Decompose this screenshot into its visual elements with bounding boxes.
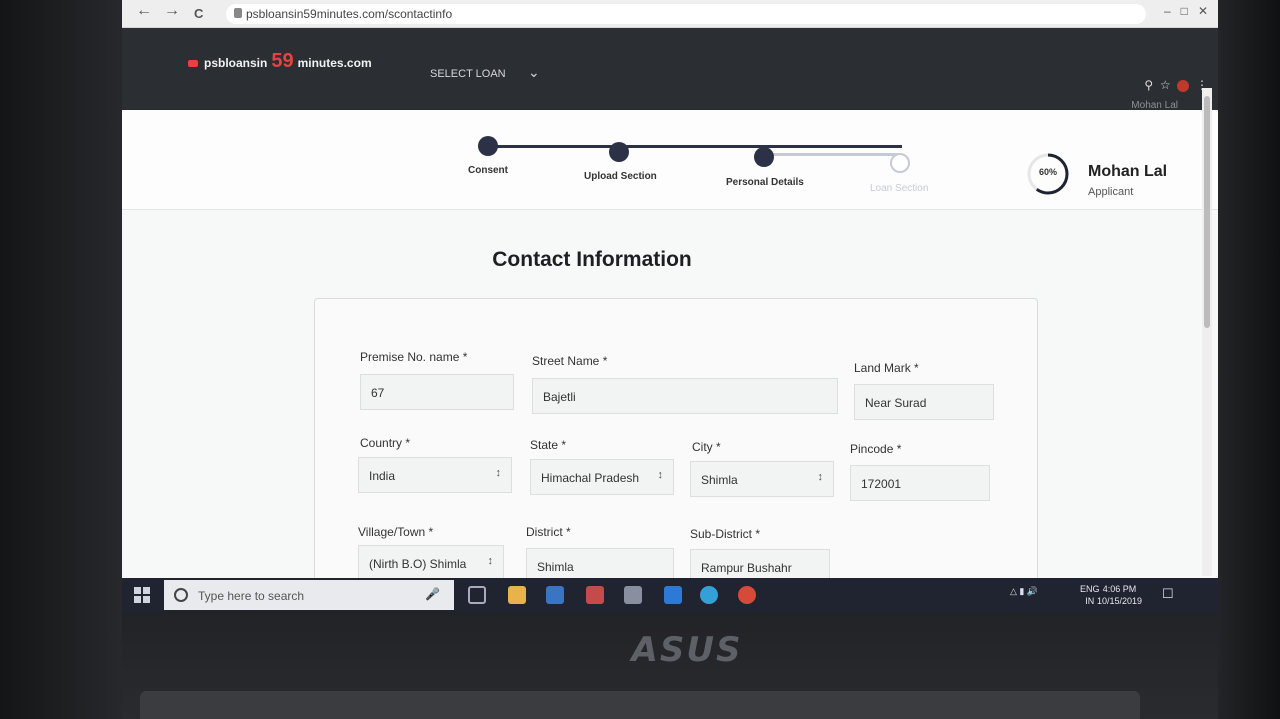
progress-line-done — [488, 145, 902, 148]
gift-icon[interactable] — [586, 586, 604, 604]
ie-icon[interactable] — [700, 586, 718, 604]
country-select[interactable]: India — [358, 457, 512, 493]
windows-start-icon[interactable] — [134, 587, 150, 603]
brand-left: psbloansin — [204, 56, 268, 70]
step-consent[interactable]: Consent — [468, 165, 508, 176]
search-placeholder: Type here to search — [198, 589, 305, 603]
landmark-input[interactable]: Near Surad — [854, 384, 994, 420]
progress-percent: 60% — [1038, 167, 1057, 177]
close-icon[interactable]: ✕ — [1198, 4, 1208, 18]
maximize-icon[interactable]: □ — [1181, 4, 1188, 18]
state-label: State * — [530, 438, 567, 452]
clock[interactable]: 4:06 PM 10/15/2019 — [1097, 583, 1142, 607]
mail-icon[interactable] — [624, 586, 642, 604]
step-personal-details[interactable]: Personal Details — [726, 177, 804, 188]
state-select[interactable]: Himachal Pradesh — [530, 459, 674, 495]
page-title: Contact Information — [492, 248, 692, 271]
brand-number: 59 — [271, 50, 294, 72]
brand-right: minutes.com — [297, 56, 372, 70]
edge-icon[interactable] — [664, 586, 682, 604]
lock-icon — [234, 8, 242, 18]
page-scrollbar[interactable] — [1202, 88, 1212, 576]
step-dot-loan — [890, 153, 910, 173]
pincode-label: Pincode * — [850, 442, 902, 456]
premise-label: Premise No. name * — [360, 350, 468, 364]
progress-line-todo — [762, 153, 902, 156]
taskbar-search[interactable]: Type here to search 🎤 — [164, 580, 454, 610]
microphone-icon[interactable]: 🎤 — [425, 587, 440, 601]
country-label: Country * — [360, 436, 411, 450]
step-dot-consent — [478, 136, 498, 156]
step-dot-personal — [754, 147, 774, 167]
task-view-icon[interactable] — [468, 586, 486, 604]
key-icon[interactable]: ⚲ — [1144, 78, 1153, 92]
brand-mark-icon — [188, 60, 198, 67]
applicant-name: Mohan Lal — [1088, 163, 1168, 180]
reload-button[interactable]: C — [194, 6, 203, 21]
notification-icon[interactable]: ☐ — [1162, 586, 1174, 602]
laptop-logo: ASUS — [631, 630, 743, 670]
app-header: psbloansin 59 minutes.com SELECT LOAN ⌄ ⚲ … — [122, 28, 1218, 111]
laptop-hinge — [140, 691, 1140, 719]
city-label: City * — [692, 440, 721, 454]
profile-icon[interactable] — [1177, 79, 1190, 92]
street-input[interactable]: Bajetli — [532, 378, 838, 414]
district-label: District * — [526, 525, 571, 539]
file-explorer-icon[interactable] — [508, 586, 526, 604]
forward-button[interactable]: → — [164, 2, 180, 20]
landmark-label: Land Mark * — [854, 361, 919, 375]
star-icon[interactable]: ☆ — [1160, 78, 1171, 92]
window-controls: – □ ✕ — [1164, 4, 1208, 18]
brand-logo[interactable]: psbloansin 59 minutes.com — [188, 50, 372, 73]
premise-input[interactable]: 67 — [360, 374, 514, 410]
step-dot-upload — [609, 142, 629, 162]
screen: ← → C psbloansin59minutes.com/scontactin… — [122, 0, 1218, 612]
city-select[interactable]: Shimla — [690, 461, 834, 497]
browser-toolbar: ← → C psbloansin59minutes.com/scontactin… — [122, 0, 1218, 28]
pincode-input[interactable]: 172001 — [850, 465, 990, 501]
store-icon[interactable] — [546, 586, 564, 604]
subdistrict-label: Sub-District * — [690, 527, 761, 541]
browser-extensions: ⚲ ☆ ⋮ — [1144, 78, 1208, 92]
back-button[interactable]: ← — [136, 2, 152, 20]
scrollbar-thumb[interactable] — [1204, 96, 1210, 328]
bezel-left — [0, 0, 122, 719]
street-label: Street Name * — [532, 354, 608, 368]
step-upload-section[interactable]: Upload Section — [584, 171, 657, 182]
chrome-icon[interactable] — [738, 586, 756, 604]
address-bar[interactable]: psbloansin59minutes.com/scontactinfo — [226, 4, 1146, 24]
select-loan-menu[interactable]: SELECT LOAN — [430, 68, 506, 80]
chevron-down-icon[interactable]: ⌄ — [528, 64, 540, 81]
minimize-icon[interactable]: – — [1164, 4, 1171, 18]
applicant-role: Applicant — [1088, 186, 1134, 198]
village-select[interactable]: (Nirth B.O) Shimla — [358, 545, 504, 581]
windows-taskbar: Type here to search 🎤 △ ▮ 🔊 ENG IN 4:06 P… — [122, 578, 1218, 612]
cortana-icon — [174, 588, 188, 602]
url-text: psbloansin59minutes.com/scontactinfo — [246, 7, 453, 21]
village-label: Village/Town * — [358, 525, 434, 539]
bezel-right — [1218, 0, 1280, 719]
step-loan-section[interactable]: Loan Section — [870, 183, 928, 194]
